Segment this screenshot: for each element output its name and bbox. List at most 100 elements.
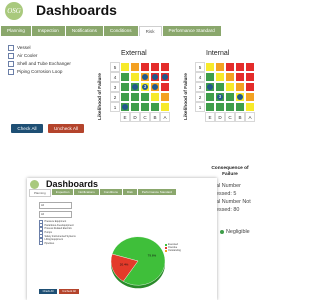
column-label: D <box>215 112 225 122</box>
risk-cell[interactable] <box>235 72 245 82</box>
filter-select-2[interactable]: All <box>39 211 72 218</box>
risk-item-marker[interactable] <box>237 94 243 100</box>
risk-cell[interactable] <box>215 82 225 92</box>
risk-cell[interactable] <box>215 72 225 82</box>
risk-cell[interactable] <box>160 62 170 72</box>
list-item-label: Safety Instrumented Systems <box>44 234 76 238</box>
risk-cell[interactable] <box>160 92 170 102</box>
negligible-label: Negligible <box>226 229 250 235</box>
risk-cell[interactable] <box>205 102 215 112</box>
risk-cell[interactable] <box>120 62 130 72</box>
risk-cell[interactable] <box>140 102 150 112</box>
column-label: D <box>130 112 140 122</box>
column-label: E <box>120 112 130 122</box>
risk-cell[interactable] <box>245 102 255 112</box>
risk-item-marker[interactable] <box>132 84 138 90</box>
risk-item-marker[interactable]: 3 <box>142 84 148 90</box>
risk-item-marker[interactable] <box>142 74 148 80</box>
tab-inspection[interactable]: Inspection <box>31 26 65 36</box>
row-label: 4 <box>195 72 205 82</box>
checkbox-air-cooler[interactable]: Air Cooler <box>8 52 71 59</box>
row-label: 5 <box>195 62 205 72</box>
bottom-tab-performance-standard[interactable]: Performance Standard <box>137 189 176 195</box>
risk-item-marker[interactable]: 3 <box>217 94 223 100</box>
checkbox-box[interactable] <box>39 241 43 246</box>
risk-cell[interactable] <box>225 62 235 72</box>
risk-cell[interactable] <box>150 102 160 112</box>
check-all-button[interactable]: Check All <box>11 124 43 133</box>
bottom-tab-notifications[interactable]: Notifications <box>74 189 99 195</box>
list-item-label: Hazardous Area Equipment <box>44 223 74 227</box>
bottom-tab-conditions[interactable]: Conditions <box>99 189 122 195</box>
external-title: External <box>121 50 147 57</box>
checkbox-piping-corrosion-loop[interactable]: Piping Corrosion Loop <box>8 68 71 75</box>
risk-cell[interactable] <box>245 92 255 102</box>
tab-notifications[interactable]: Notifications <box>65 26 103 36</box>
risk-cell[interactable] <box>130 62 140 72</box>
internal-title: Internal <box>206 50 230 57</box>
risk-cell[interactable] <box>205 72 215 82</box>
risk-cell[interactable] <box>245 82 255 92</box>
risk-item-marker[interactable] <box>122 104 128 110</box>
bottom-page-title: Dashboards <box>46 179 99 189</box>
risk-cell[interactable] <box>245 62 255 72</box>
risk-cell[interactable] <box>140 62 150 72</box>
risk-item-marker[interactable] <box>162 74 168 80</box>
risk-cell[interactable] <box>245 72 255 82</box>
risk-cell[interactable] <box>130 92 140 102</box>
risk-cell[interactable] <box>215 62 225 72</box>
tab-conditions[interactable]: Conditions <box>103 26 138 36</box>
bottom-check-all-button[interactable]: Check All <box>39 289 57 294</box>
row-label: 3 <box>110 82 120 92</box>
row-label: 3 <box>195 82 205 92</box>
risk-cell[interactable] <box>215 102 225 112</box>
risk-cell[interactable] <box>150 92 160 102</box>
risk-cell[interactable] <box>235 62 245 72</box>
page-title: Dashboards <box>36 2 117 18</box>
risk-item-marker[interactable] <box>152 74 158 80</box>
risk-cell[interactable] <box>160 102 170 112</box>
checkbox-label: Piping Corrosion Loop <box>17 69 63 74</box>
risk-cell[interactable] <box>160 82 170 92</box>
risk-cell[interactable] <box>235 82 245 92</box>
list-item[interactable]: Pipelines <box>39 241 76 246</box>
bottom-tab-risk[interactable]: Risk <box>122 189 137 195</box>
checkbox-vessel[interactable]: Vessel <box>8 44 71 51</box>
checkbox-box[interactable] <box>8 44 14 51</box>
risk-cell[interactable] <box>120 82 130 92</box>
risk-cell[interactable] <box>130 72 140 82</box>
checkbox-box[interactable] <box>8 52 14 59</box>
checkbox-box[interactable] <box>8 68 14 75</box>
planning-pie-chart: 79.6% 20.4% <box>110 236 166 289</box>
header: OSG Dashboards <box>0 0 269 22</box>
filter-select-1[interactable]: All <box>39 202 72 209</box>
tab-risk[interactable]: Risk <box>138 26 162 36</box>
risk-cell[interactable] <box>120 92 130 102</box>
total-assessed-value: essed: 5 <box>216 191 237 197</box>
tab-planning[interactable]: Planning <box>1 26 31 36</box>
risk-cell[interactable] <box>235 102 245 112</box>
risk-cell[interactable] <box>150 62 160 72</box>
legend-swatch <box>165 246 167 249</box>
bottom-tab-inspection[interactable]: Inspection <box>51 189 74 195</box>
uncheck-all-button[interactable]: Uncheck All <box>48 124 84 133</box>
column-label: B <box>235 112 245 122</box>
bottom-uncheck-all-button[interactable]: Uncheck All <box>59 289 79 294</box>
risk-cell[interactable] <box>225 102 235 112</box>
tab-performance-standard[interactable]: Performance Standard <box>162 26 221 36</box>
bottom-tab-bar: Planning Inspection Notifications Condit… <box>29 189 177 197</box>
risk-cell[interactable] <box>225 92 235 102</box>
column-label: C <box>225 112 235 122</box>
risk-cell[interactable] <box>205 92 215 102</box>
risk-cell[interactable] <box>225 82 235 92</box>
risk-cell[interactable] <box>205 62 215 72</box>
bottom-tab-planning[interactable]: Planning <box>29 189 51 197</box>
risk-item-marker[interactable] <box>152 84 158 90</box>
checkbox-box[interactable] <box>8 60 14 67</box>
risk-cell[interactable] <box>120 72 130 82</box>
checkbox-shell-tube-exchanger[interactable]: Shell and Tube Exchanger <box>8 60 71 67</box>
risk-cell[interactable] <box>225 72 235 82</box>
risk-item-marker[interactable] <box>207 84 213 90</box>
risk-cell[interactable] <box>130 102 140 112</box>
risk-cell[interactable] <box>140 92 150 102</box>
